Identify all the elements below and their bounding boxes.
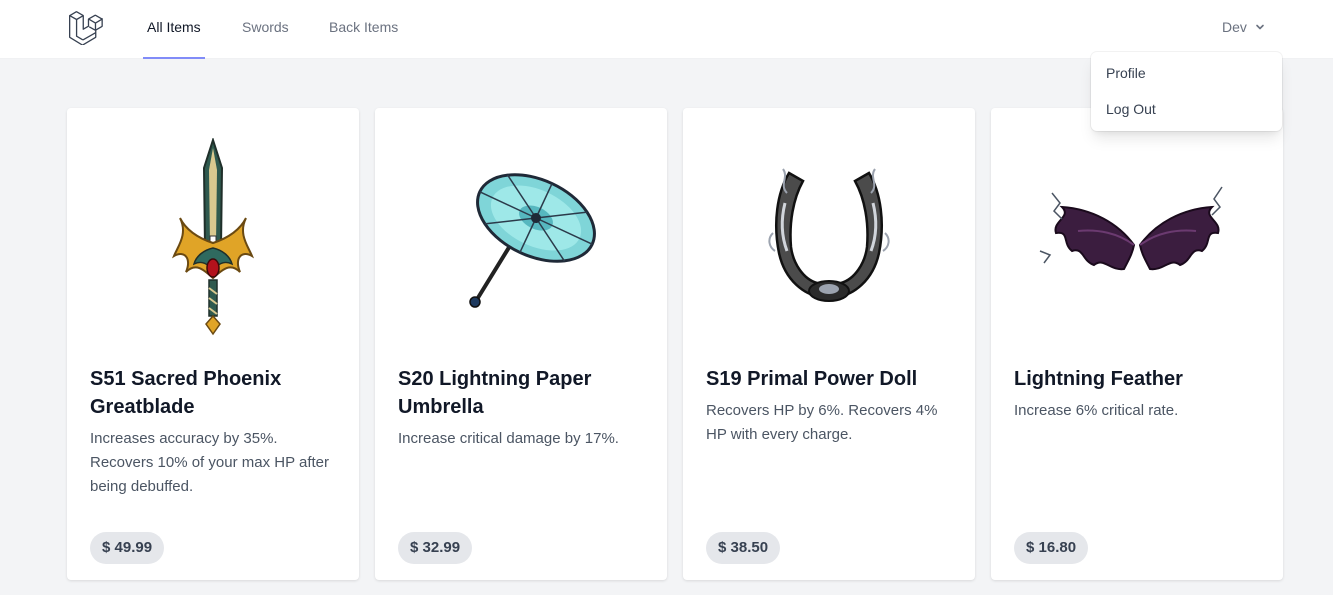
item-card[interactable]: Lightning Feather Increase 6% critical r… — [991, 108, 1283, 580]
user-menu-button[interactable]: Dev — [1222, 17, 1265, 37]
item-card[interactable]: S19 Primal Power Doll Recovers HP by 6%.… — [683, 108, 975, 580]
item-description: Increases accuracy by 35%. Recovers 10% … — [90, 430, 329, 495]
item-title: Lightning Feather — [1014, 368, 1183, 390]
umbrella-icon — [469, 173, 596, 308]
item-image — [67, 133, 359, 343]
price-badge: $ 38.50 — [706, 532, 781, 564]
item-image — [683, 133, 975, 343]
item-image — [991, 133, 1283, 343]
user-name: Dev — [1222, 19, 1247, 35]
item-card[interactable]: S51 Sacred Phoenix Greatblade Increases … — [67, 108, 359, 580]
tab-all-items[interactable]: All Items — [143, 0, 205, 59]
horns-icon — [768, 168, 890, 302]
item-card[interactable]: S20 Lightning Paper Umbrella Increase cr… — [375, 108, 667, 580]
price-badge: $ 16.80 — [1014, 532, 1089, 564]
user-dropdown-menu: Profile Log Out — [1091, 52, 1282, 131]
chevron-down-icon — [1256, 24, 1264, 30]
item-title: S20 Lightning Paper Umbrella — [398, 368, 592, 418]
logout-menu-item[interactable]: Log Out — [1106, 101, 1156, 117]
top-navigation: All Items Swords Back Items Dev — [0, 0, 1333, 59]
sword-icon — [171, 138, 255, 336]
tab-swords[interactable]: Swords — [242, 0, 289, 58]
wings-icon — [1039, 186, 1223, 271]
laravel-logo-icon[interactable] — [68, 11, 104, 45]
profile-menu-item[interactable]: Profile — [1106, 65, 1146, 81]
item-image — [375, 133, 667, 343]
item-description: Increase 6% critical rate. — [1014, 402, 1179, 419]
price-badge: $ 49.99 — [90, 532, 165, 564]
item-description: Recovers HP by 6%. Recovers 4% HP with e… — [706, 402, 938, 443]
item-title: S19 Primal Power Doll — [706, 368, 918, 390]
item-title: S51 Sacred Phoenix Greatblade — [90, 368, 282, 418]
price-badge: $ 32.99 — [398, 532, 473, 564]
tab-back-items[interactable]: Back Items — [329, 0, 398, 58]
item-description: Increase critical damage by 17%. — [398, 430, 619, 447]
